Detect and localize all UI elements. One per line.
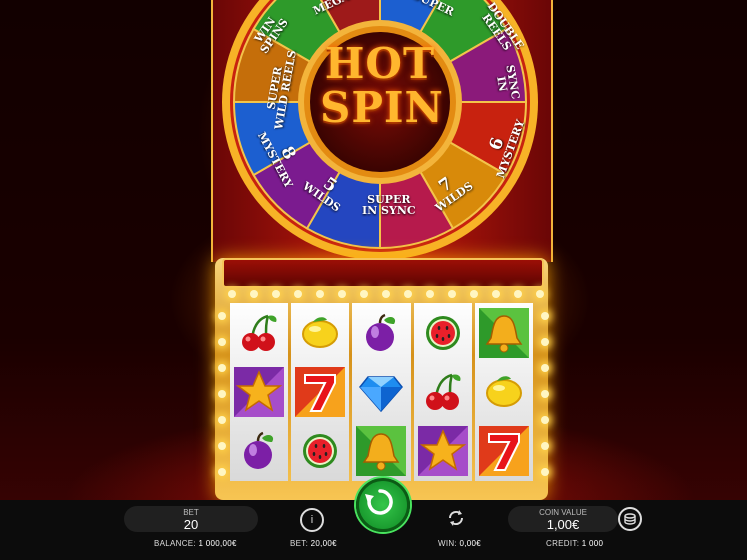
reel-grid (230, 303, 533, 481)
marquee-bulb (316, 290, 324, 298)
credit-readout: CREDIT: 1 000 (546, 539, 604, 548)
marquee-bulb (382, 290, 390, 298)
cherry-symbol (230, 303, 288, 362)
autoplay-icon[interactable] (446, 508, 466, 528)
marquee-bulb (272, 290, 280, 298)
marquee-bulb (541, 312, 549, 320)
seven-symbol (475, 422, 533, 481)
total-bet-readout: BET: 20,00€ (290, 539, 337, 548)
reel-1 (230, 303, 289, 481)
marquee-bulb (541, 442, 549, 450)
reel-4 (413, 303, 472, 481)
segment-sync-in: SYNC IN (494, 63, 523, 101)
watermelon-symbol (291, 422, 349, 481)
marquee-bulb (541, 364, 549, 372)
spin-button[interactable] (356, 478, 410, 532)
balance-readout: BALANCE: 1 000,00€ (154, 539, 237, 548)
lemon-symbol (475, 362, 533, 421)
reel-5 (474, 303, 533, 481)
lemon-symbol (291, 303, 349, 362)
marquee-bulb (492, 290, 500, 298)
marquee-bulb (536, 290, 544, 298)
reel-2 (291, 303, 350, 481)
marquee-bulb (470, 290, 478, 298)
marquee-bulb (448, 290, 456, 298)
marquee-bulb (228, 290, 236, 298)
marquee-bulb (360, 290, 368, 298)
marquee-bulb (404, 290, 412, 298)
star-symbol (414, 422, 472, 481)
marquee-bulb (218, 416, 226, 424)
reel-top-bar (222, 258, 544, 288)
marquee-bulb (541, 338, 549, 346)
segment-super-in-sync: SUPER IN SYNC (362, 193, 416, 217)
win-readout: WIN: 0,00€ (438, 539, 482, 548)
marquee-bulb (218, 390, 226, 398)
marquee-bulb (514, 290, 522, 298)
spin-arrow-icon (365, 489, 393, 515)
seven-symbol (291, 362, 349, 421)
diamond-symbol (352, 362, 410, 421)
marquee-bulb (218, 364, 226, 372)
marquee-bulb (426, 290, 434, 298)
bet-selector[interactable]: BET 20 (124, 506, 258, 532)
marquee-bulb (218, 338, 226, 346)
plum-symbol (352, 303, 410, 362)
marquee-bulb (218, 312, 226, 320)
hot-spin-logo: HOT SPIN (320, 39, 444, 132)
marquee-bulb (541, 468, 549, 476)
marquee-bulb (338, 290, 346, 298)
coins-icon[interactable] (618, 507, 642, 531)
plum-symbol (230, 422, 288, 481)
coin-value-selector[interactable]: COIN VALUE 1,00€ (508, 506, 618, 532)
star-symbol (230, 362, 288, 421)
reel-3 (352, 303, 411, 481)
marquee-bulb (541, 390, 549, 398)
bell-symbol (475, 303, 533, 362)
marquee-bulb (250, 290, 258, 298)
marquee-bulb (218, 442, 226, 450)
cherry-symbol (414, 362, 472, 421)
info-icon[interactable]: i (300, 508, 324, 532)
watermelon-symbol (414, 303, 472, 362)
bet-value: 20 (183, 517, 199, 532)
bell-symbol (352, 422, 410, 481)
marquee-bulb (541, 416, 549, 424)
marquee-bulb (294, 290, 302, 298)
marquee-bulb (218, 468, 226, 476)
coin-value: 1,00€ (546, 517, 580, 532)
